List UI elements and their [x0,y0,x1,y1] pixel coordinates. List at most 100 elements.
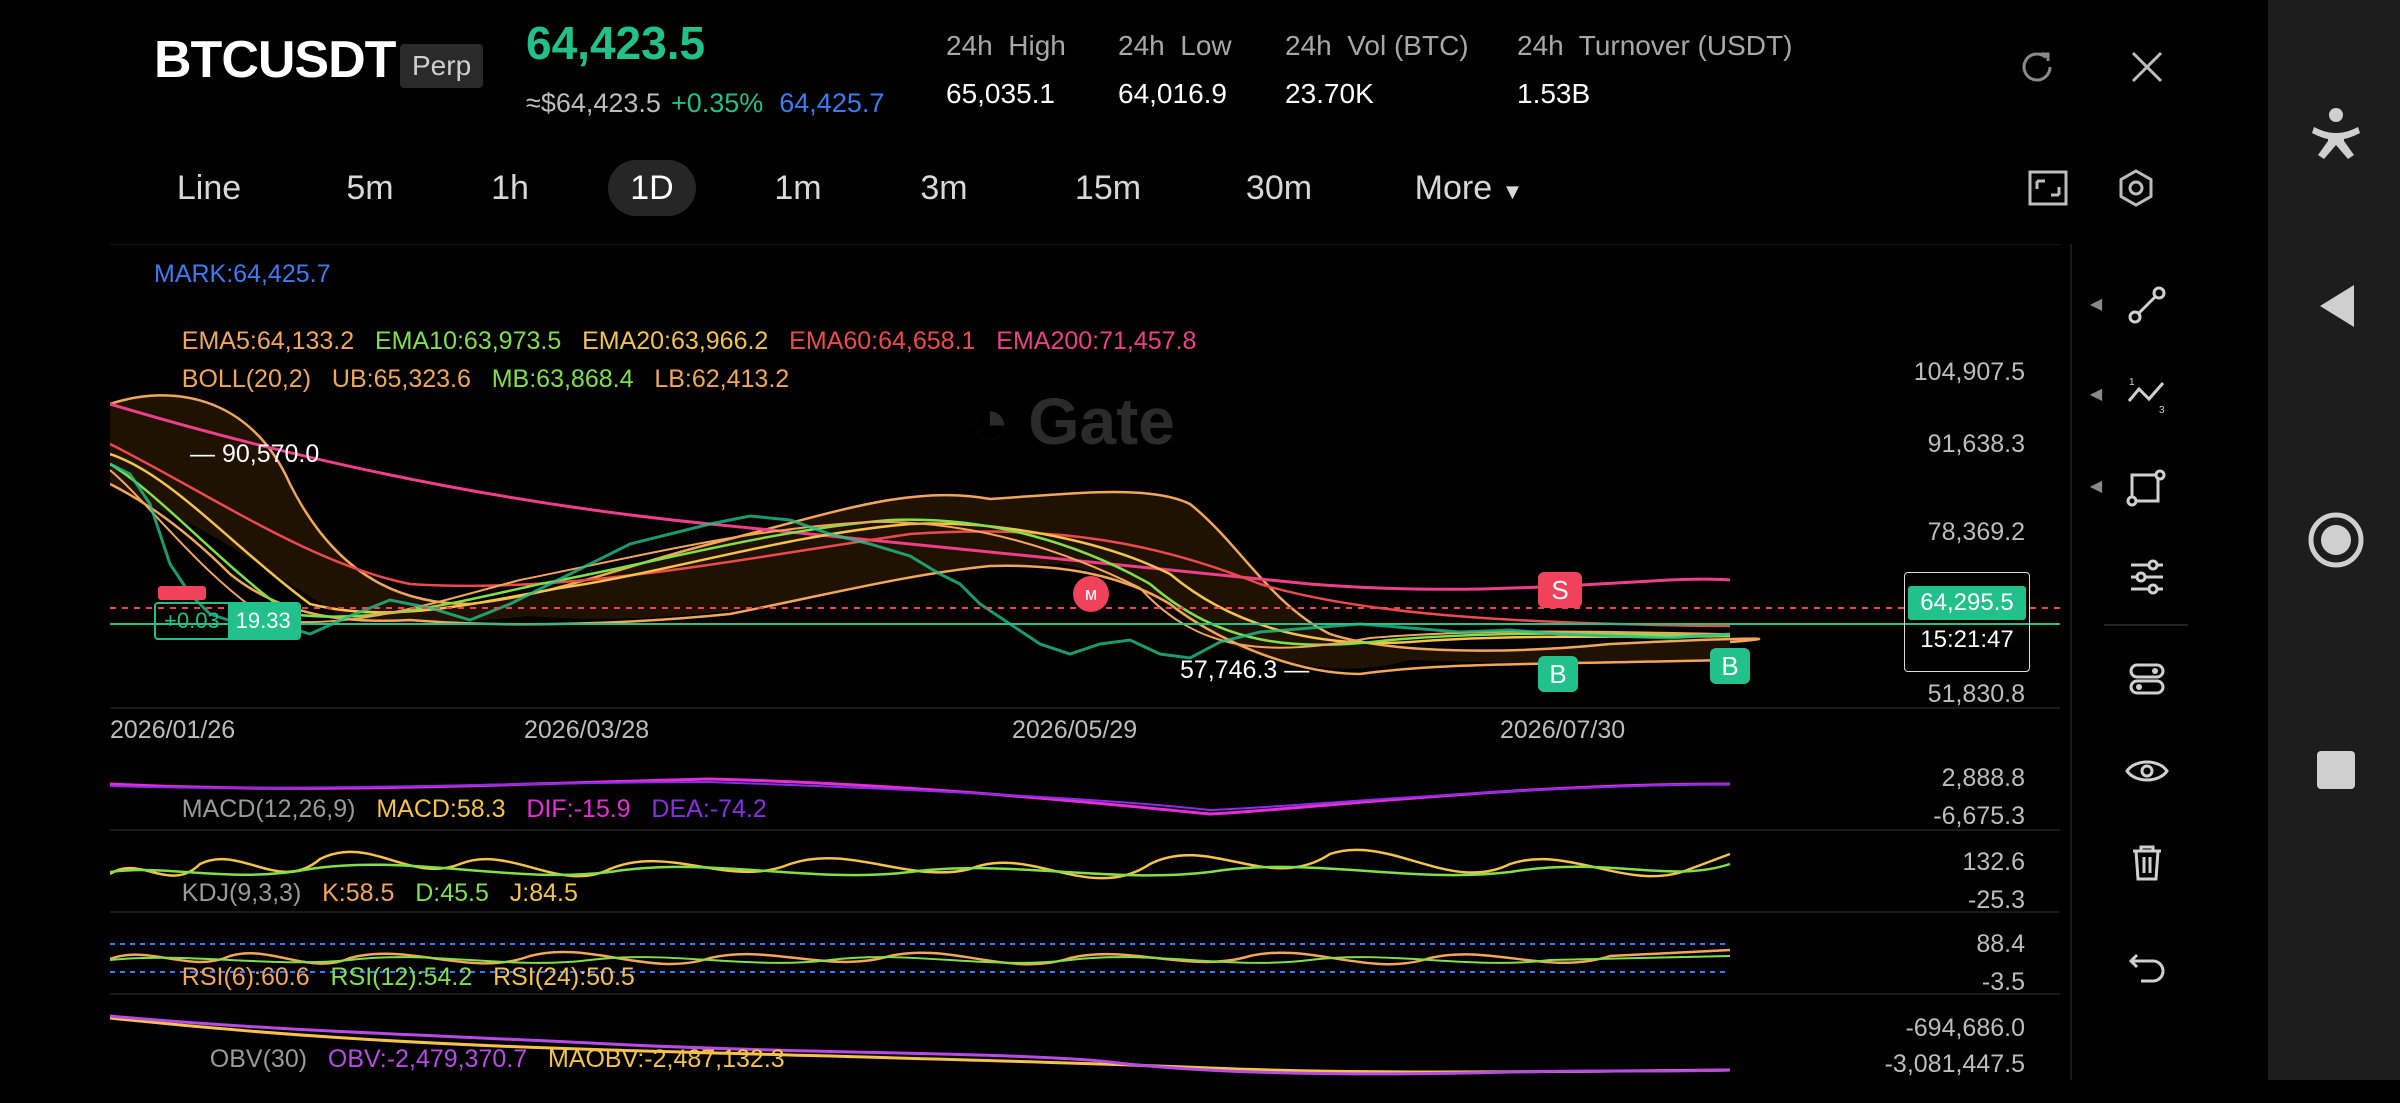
fullscreen-icon[interactable] [2024,164,2072,212]
last-price: 64,423.5 [526,17,706,69]
low-price-label: 57,746.3 — [1180,656,1310,684]
boll-legend: BOLL(20,2) UB:65,323.6 MB:63,868.4 LB:62… [154,336,789,423]
stat-label: 24h High [946,30,1066,61]
shape-icon[interactable] [2120,462,2174,512]
stat-24h-high: 24h High 65,035.1 [946,30,1066,110]
macd-label: MACD(12,26,9) [181,795,356,823]
eye-icon[interactable] [2120,746,2174,796]
position-size: 19.33 [227,604,299,638]
tab-1h[interactable]: 1h [460,160,560,216]
rsi6: RSI(6):60.6 [181,963,310,991]
tab-line[interactable]: Line [154,160,264,216]
rsi12: RSI(12):54.2 [330,963,473,991]
high-price-value: 90,570.0 [221,440,320,468]
chart-divider [2070,244,2072,1080]
maobv-value: MAOBV:-2,487,132.3 [547,1045,785,1073]
ema200-label: EMA200:71,457.8 [996,327,1197,355]
indicator-toggle-icon[interactable] [2120,654,2174,704]
macd-dif: DIF:-15.9 [526,795,631,823]
buy-marker[interactable]: B [1710,648,1750,684]
current-price-tag: 64,295.5 [1908,586,2026,620]
toolbar-divider [2104,624,2188,626]
chart-area[interactable]: ◔ Gate MARK:64,425.7 EMA5:64,133.2 EMA10… [110,244,2060,1080]
rsi-axis-tick: 88.4 [1976,930,2025,958]
settings-sliders-icon[interactable] [2120,552,2174,602]
contract-type-badge: Perp [400,44,484,88]
position-pnl: +0.03 [164,608,220,633]
fib-icon[interactable]: 13 [2120,370,2174,420]
macd-axis-tick: -6,675.3 [1933,802,2025,830]
refresh-icon[interactable] [2014,44,2060,90]
system-nav-bar [2268,0,2400,1080]
macd-legend: MACD(12,26,9) MACD:58.3 DIF:-15.9 DEA:-7… [154,766,767,853]
svg-text:3: 3 [2159,405,2165,415]
change-percent: +0.35% [670,88,764,118]
tab-1m[interactable]: 1m [748,160,848,216]
kdj-j: J:84.5 [509,879,578,907]
price-subline: ≈$64,423.5 +0.35% 64,425.7 [526,88,884,119]
caret-down-icon: ▼ [1501,179,1524,204]
trash-icon[interactable] [2120,838,2174,888]
usd-price: ≈$64,423.5 [526,88,661,118]
obv-value: OBV:-2,479,370.7 [327,1045,528,1073]
symbol-title[interactable]: BTCUSDT [154,30,396,90]
stat-value: 65,035.1 [946,78,1055,109]
obv-axis-tick: -694,686.0 [1905,1014,2025,1042]
stat-label: 24h Low [1118,30,1232,61]
recents-icon[interactable] [2308,742,2364,798]
price-axis-tick: 51,830.8 [1927,680,2025,708]
price-axis-tick: 78,369.2 [1927,518,2025,546]
low-price-value: 57,746.3 [1180,656,1278,684]
price-axis-tick: 104,907.5 [1913,358,2025,386]
countdown-timer: 15:21:47 [1920,626,2014,653]
date-axis-tick: 2026/01/26 [110,716,236,744]
kdj-axis-tick: -25.3 [1968,886,2025,914]
date-axis-tick: 2026/07/30 [1500,716,1626,744]
chart-settings-icon[interactable] [2112,164,2160,212]
tab-5m[interactable]: 5m [320,160,420,216]
sell-marker[interactable]: S [1538,572,1582,608]
tab-1d[interactable]: 1D [608,160,696,216]
stat-24h-turnover: 24h Turnover (USDT) 1.53B [1517,30,1792,110]
stat-label: 24h Vol (BTC) [1285,30,1469,61]
alert-marker-icon[interactable]: ᴍ [1073,576,1109,612]
macd-axis-tick: 2,888.8 [1941,764,2025,792]
position-tag[interactable]: +0.03 19.33 [154,602,301,640]
back-icon[interactable] [2308,276,2364,336]
boll-mb-label: MB:63,868.4 [491,365,634,393]
stat-24h-low: 24h Low 64,016.9 [1118,30,1232,110]
trend-line-icon[interactable] [2120,280,2174,330]
high-price-label: — 90,570.0 [190,440,320,468]
kdj-k: K:58.5 [322,879,395,907]
tab-more[interactable]: More ▼ [1404,160,1534,216]
boll-ub-label: UB:65,323.6 [331,365,471,393]
kdj-label: KDJ(9,3,3) [181,879,302,907]
undo-icon[interactable] [2120,940,2174,990]
position-tag-indicator [158,586,206,600]
rsi-axis-tick: -3.5 [1981,968,2025,996]
tab-30m[interactable]: 30m [1224,160,1334,216]
rsi24: RSI(24):50.5 [493,963,635,991]
macd-dea: DEA:-74.2 [651,795,767,823]
obv-legend: OBV(30) OBV:-2,479,370.7 MAOBV:-2,487,13… [182,1016,785,1103]
stat-value: 23.70K [1285,78,1374,109]
ema60-label: EMA60:64,658.1 [789,327,976,355]
close-icon[interactable] [2124,44,2170,90]
mark-price: 64,425.7 [779,88,885,118]
accessibility-icon[interactable] [2308,104,2364,164]
price-axis-tick: 91,638.3 [1927,430,2025,458]
kdj-axis-tick: 132.6 [1962,848,2025,876]
stat-value: 1.53B [1517,78,1591,109]
boll-lb-label: LB:62,413.2 [654,365,790,393]
tab-3m[interactable]: 3m [894,160,994,216]
caret-left-icon: ◀ [2089,478,2103,495]
kdj-legend: KDJ(9,3,3) K:58.5 D:45.5 J:84.5 [154,850,578,937]
stat-value: 64,016.9 [1118,78,1227,109]
tab-15m[interactable]: 15m [1054,160,1162,216]
macd-value: MACD:58.3 [376,795,506,823]
buy-marker[interactable]: B [1538,656,1578,692]
obv-axis-tick: -3,081,447.5 [1884,1050,2025,1078]
home-icon[interactable] [2304,508,2368,572]
mark-indicator: MARK:64,425.7 [154,260,331,288]
rsi-legend: RSI(6):60.6 RSI(12):54.2 RSI(24):50.5 [154,934,635,1021]
